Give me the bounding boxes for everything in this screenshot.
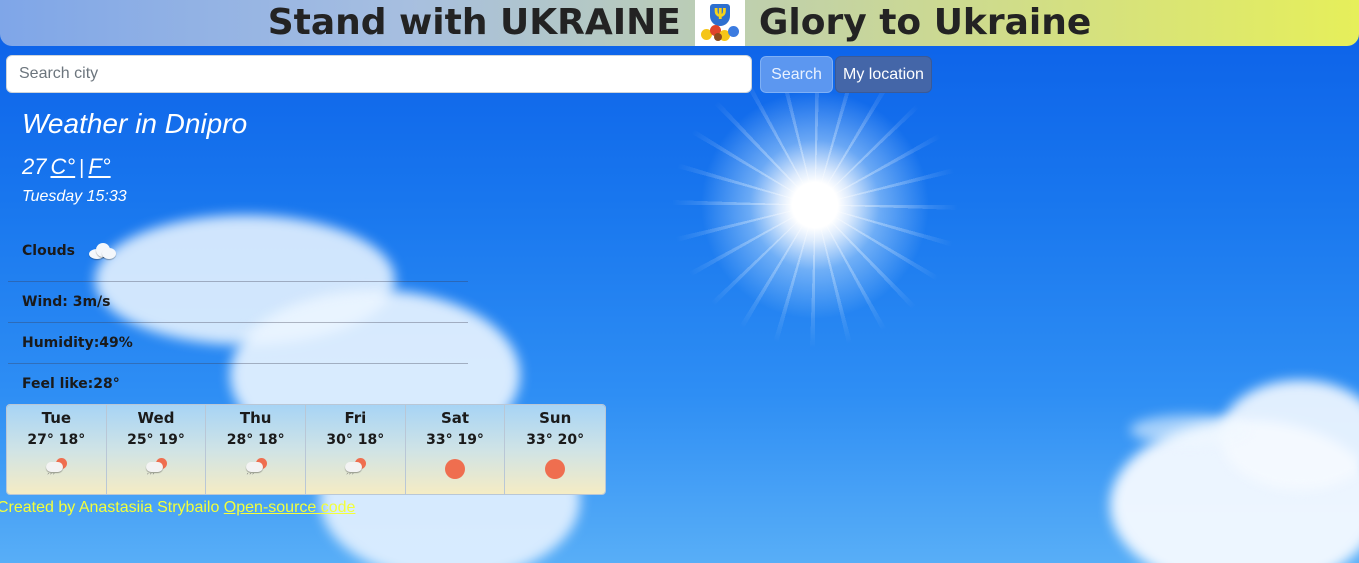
temperature-value: 27 [22,154,47,179]
divider [8,322,468,323]
feels-like-label: Feel like:28° [22,376,120,392]
forecast-day-temps: 33° 19° [426,432,484,448]
search-input[interactable] [6,55,752,93]
celsius-link[interactable]: C° [50,154,75,180]
forecast-day: Wed 25° 19° ′′′ [106,405,207,494]
footer-credit: Created by Anastasiia Strybailo [0,499,220,516]
rain-sun-icon: ′′′ [342,458,368,481]
ukraine-emblem-icon: Ψ [694,0,745,46]
sun-glow [700,90,930,320]
rain-sun-icon: ′′′ [243,458,269,481]
fahrenheit-link[interactable]: F° [88,154,110,180]
forecast-day: Sun 33° 20° [505,405,605,494]
footer: Created by Anastasiia Strybailo Open-sou… [0,499,355,517]
forecast-day-name: Sat [440,409,470,427]
temperature-row: 27 C° | F° [22,154,111,180]
sun-icon [542,458,568,480]
forecast-day-name: Wed [137,409,175,427]
forecast-day: Fri 30° 18° ′′′ [306,405,406,494]
divider [8,363,468,364]
cloud-icon [87,242,117,260]
forecast-day-name: Tue [41,409,72,427]
forecast-strip: Tue 27° 18° ′′′ Wed 25° 19° ′′′ Thu 28° … [6,404,606,495]
header-banner: Stand with UKRAINE Ψ Glory to Ukraine [0,0,1359,46]
feels-like-row: Feel like:28° [22,376,120,392]
my-location-button[interactable]: My location [835,56,932,93]
forecast-day-temps: 28° 18° [226,432,285,448]
banner-left-text: Stand with UKRAINE [267,2,681,43]
humidity-label: Humidity:49% [22,335,133,351]
search-button[interactable]: Search [760,56,833,93]
rain-sun-icon: ′′′ [143,458,169,481]
date-time: Tuesday 15:33 [22,188,127,205]
wind-label: Wind: 3m/s [22,294,111,310]
condition-label: Clouds [22,243,76,259]
wind-row: Wind: 3m/s [22,294,110,310]
forecast-day-name: Thu [239,409,272,427]
banner-right-text: Glory to Ukraine [758,2,1092,43]
forecast-day-temps: 25° 19° [127,432,185,448]
condition-row: Clouds [22,242,117,260]
forecast-day-name: Fri [344,409,367,427]
forecast-day: Sat 33° 19° [405,405,506,494]
city-title: Weather in Dnipro [22,108,248,139]
open-source-link[interactable]: Open-source code [224,499,356,516]
forecast-day-name: Sun [539,409,572,427]
rain-sun-icon: ′′′ [43,458,69,481]
forecast-day-temps: 27° 18° [27,432,86,448]
forecast-day: Tue 27° 18° ′′′ [7,405,107,494]
background-cloud [1130,415,1250,445]
forecast-day: Thu 28° 18° ′′′ [206,405,307,494]
forecast-day-temps: 30° 18° [326,432,385,448]
forecast-day-temps: 33° 20° [526,432,585,448]
unit-separator: | [79,157,85,179]
humidity-row: Humidity:49% [22,335,133,351]
divider [8,281,468,282]
sun-icon [442,458,468,480]
